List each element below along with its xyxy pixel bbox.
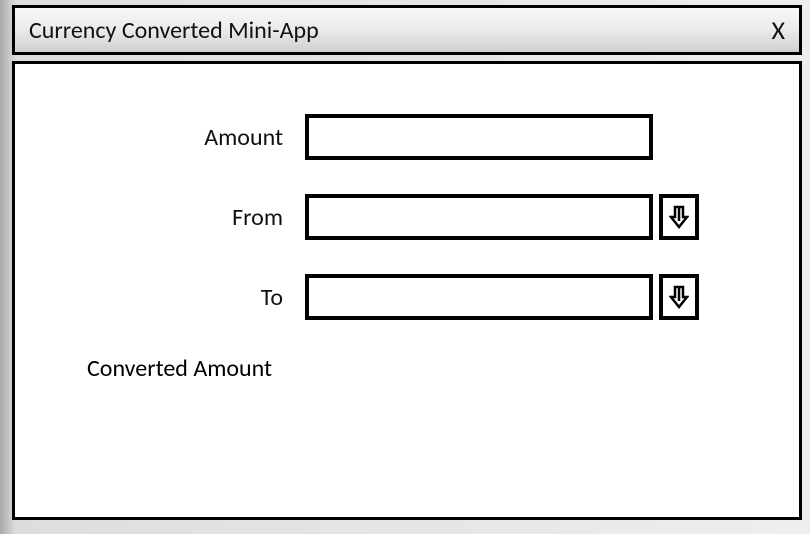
- amount-label: Amount: [55, 123, 305, 152]
- titlebar: Currency Converted Mini-App X: [12, 5, 802, 55]
- window-title: Currency Converted Mini-App: [29, 16, 319, 45]
- from-row: From: [55, 194, 759, 240]
- close-button[interactable]: X: [772, 14, 786, 46]
- to-row: To: [55, 274, 759, 320]
- from-select[interactable]: [305, 194, 653, 240]
- to-label: To: [55, 283, 305, 312]
- from-dropdown-button[interactable]: [659, 194, 699, 240]
- from-label: From: [55, 203, 305, 232]
- arrow-down-icon: [669, 285, 689, 309]
- to-select[interactable]: [305, 274, 653, 320]
- converted-amount-row: Converted Amount: [55, 354, 759, 383]
- converted-amount-label: Converted Amount: [87, 354, 272, 383]
- amount-row: Amount: [55, 114, 759, 160]
- amount-input[interactable]: [305, 114, 653, 160]
- arrow-down-icon: [669, 205, 689, 229]
- window-frame: Currency Converted Mini-App X Amount Fro…: [0, 0, 810, 534]
- content-panel: Amount From To: [12, 61, 802, 520]
- to-dropdown-button[interactable]: [659, 274, 699, 320]
